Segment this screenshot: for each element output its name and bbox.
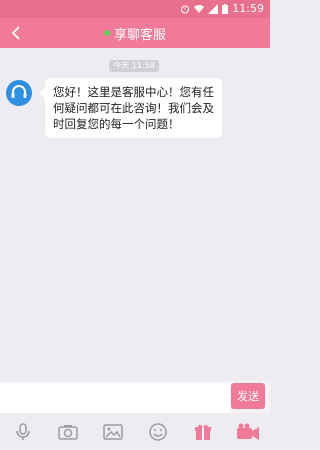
battery-icon (222, 3, 229, 14)
status-time: 11:59 (232, 2, 264, 15)
image-button[interactable] (100, 419, 126, 445)
gift-icon (194, 424, 211, 440)
message-input[interactable] (0, 383, 230, 413)
chat-timestamp: 今天 11:58 (109, 60, 159, 72)
gift-button[interactable] (190, 419, 216, 445)
emoji-button[interactable] (145, 419, 171, 445)
headset-icon (11, 85, 27, 98)
online-status-dot (103, 30, 110, 36)
video-call-button[interactable] (235, 419, 261, 445)
status-icons: 11:59 (180, 2, 264, 15)
emoji-icon (148, 422, 167, 441)
message-bubble: 您好！这里是客服中心！您有任何疑问都可在此咨询！我们会及时回复您的每一个问题！ (39, 78, 222, 138)
nav-title-wrap: 享聊客服 (0, 18, 270, 48)
toolbar (0, 413, 270, 450)
camera-button[interactable] (55, 419, 81, 445)
avatar[interactable] (6, 80, 32, 106)
wifi-icon (194, 4, 205, 13)
page-title: 享聊客服 (113, 27, 166, 43)
alarm-icon (181, 5, 190, 13)
signal-icon (208, 3, 219, 14)
input-bar: 发送 (0, 381, 270, 413)
video-call-icon (236, 423, 259, 440)
nav-bar: 享聊客服 (0, 18, 270, 48)
image-icon (102, 423, 123, 440)
camera-icon (57, 424, 78, 440)
microphone-icon (15, 422, 30, 440)
send-button[interactable]: 发送 (231, 383, 265, 409)
microphone-button[interactable] (10, 419, 36, 445)
status-bar: 11:59 (0, 0, 270, 18)
